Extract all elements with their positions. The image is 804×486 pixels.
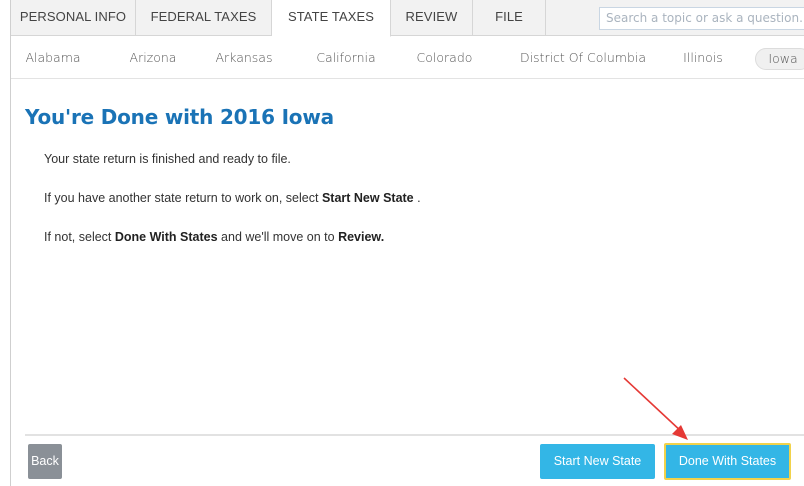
footer-divider: [25, 434, 804, 436]
instruction-text: .: [413, 191, 421, 205]
tab-state-taxes[interactable]: STATE TAXES: [272, 0, 391, 37]
state-tab-california[interactable]: California: [301, 37, 391, 79]
app-frame: PERSONAL INFO FEDERAL TAXES STATE TAXES …: [10, 0, 804, 486]
page-title: You're Done with 2016 Iowa: [25, 105, 334, 129]
state-tab-alabama[interactable]: Alabama: [17, 37, 89, 79]
done-with-states-button[interactable]: Done With States: [664, 443, 791, 480]
done-instruction: If not, select Done With States and we'l…: [44, 230, 384, 244]
tab-federal-taxes[interactable]: FEDERAL TAXES: [136, 0, 272, 36]
status-text: Your state return is finished and ready …: [44, 152, 291, 166]
instruction-emphasis: Review.: [338, 230, 385, 244]
top-tab-bar: PERSONAL INFO FEDERAL TAXES STATE TAXES …: [11, 0, 804, 37]
start-new-state-button[interactable]: Start New State: [540, 444, 655, 479]
state-tab-illinois[interactable]: Illinois: [673, 37, 733, 79]
state-tab-colorado[interactable]: Colorado: [402, 37, 487, 79]
tab-file[interactable]: FILE: [473, 0, 546, 36]
start-new-state-instruction: If you have another state return to work…: [44, 191, 421, 205]
instruction-text: If not, select: [44, 230, 115, 244]
state-tab-bar: Alabama Arizona Arkansas California Colo…: [11, 37, 804, 79]
search-input[interactable]: Search a topic or ask a question.: [599, 7, 804, 30]
tab-personal-info[interactable]: PERSONAL INFO: [11, 0, 136, 36]
instruction-text: and we'll move on to: [217, 230, 339, 244]
instruction-text: If you have another state return to work…: [44, 191, 322, 205]
back-button[interactable]: Back: [28, 444, 62, 479]
state-tab-arkansas[interactable]: Arkansas: [204, 37, 284, 79]
instruction-emphasis: Start New State: [321, 191, 414, 205]
state-tab-district-of-columbia[interactable]: District Of Columbia: [507, 37, 659, 79]
state-tab-iowa[interactable]: Iowa: [755, 48, 804, 70]
state-tab-arizona[interactable]: Arizona: [117, 37, 189, 79]
tab-review[interactable]: REVIEW: [391, 0, 473, 36]
instruction-emphasis: Done With States: [114, 230, 218, 244]
